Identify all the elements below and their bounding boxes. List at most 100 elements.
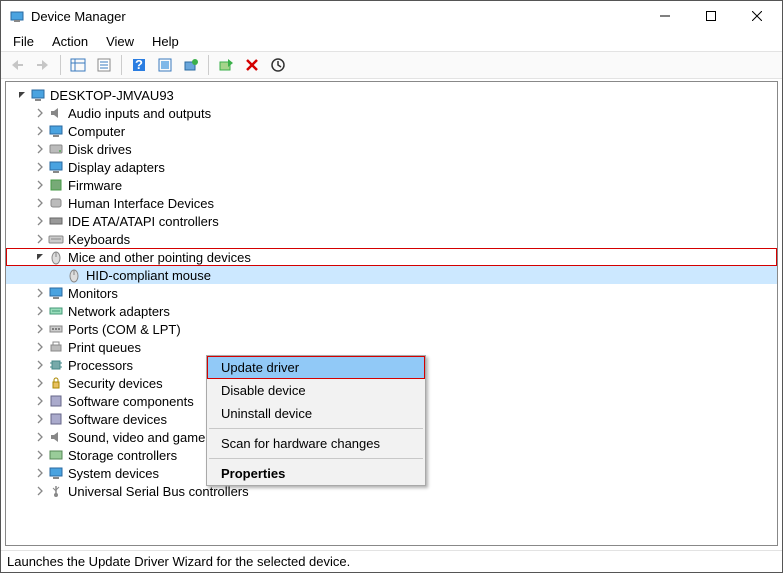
category-label: Disk drives: [68, 142, 132, 157]
context-scan-hardware[interactable]: Scan for hardware changes: [207, 432, 425, 455]
category-label: Security devices: [68, 376, 163, 391]
category-label: Firmware: [68, 178, 122, 193]
keyboard-icon: [48, 231, 64, 247]
tree-category[interactable]: Mice and other pointing devices: [6, 248, 777, 266]
menu-action[interactable]: Action: [44, 33, 96, 50]
help-button[interactable]: ?: [127, 53, 151, 77]
system-icon: [48, 465, 64, 481]
category-label: Processors: [68, 358, 133, 373]
device-tree-panel[interactable]: DESKTOP-JMVAU93Audio inputs and outputs C…: [5, 81, 778, 546]
chevron-icon[interactable]: [34, 306, 46, 316]
toolbar-separator: [60, 55, 61, 75]
disable-device-button[interactable]: [266, 53, 290, 77]
category-label: IDE ATA/ATAPI controllers: [68, 214, 219, 229]
tree-category[interactable]: Ports (COM & LPT): [6, 320, 777, 338]
menu-view[interactable]: View: [98, 33, 142, 50]
computer-icon: [48, 123, 64, 139]
category-label: Monitors: [68, 286, 118, 301]
properties-button[interactable]: [92, 53, 116, 77]
tree-category[interactable]: Computer: [6, 122, 777, 140]
chevron-icon[interactable]: [34, 342, 46, 352]
device-manager-window: Device Manager File Action View Help ? D…: [0, 0, 783, 573]
scan-hardware-button[interactable]: [153, 53, 177, 77]
chevron-icon[interactable]: [34, 234, 46, 244]
category-label: Print queues: [68, 340, 141, 355]
chevron-icon[interactable]: [34, 414, 46, 424]
context-uninstall-device[interactable]: Uninstall device: [207, 402, 425, 425]
display-icon: [48, 159, 64, 175]
tree-category[interactable]: Audio inputs and outputs: [6, 104, 777, 122]
show-hide-console-button[interactable]: [66, 53, 90, 77]
forward-button[interactable]: [31, 53, 55, 77]
chevron-icon[interactable]: [34, 378, 46, 388]
audio-icon: [48, 105, 64, 121]
category-label: Network adapters: [68, 304, 170, 319]
window-title: Device Manager: [31, 9, 642, 24]
chevron-icon[interactable]: [34, 126, 46, 136]
chevron-icon[interactable]: [34, 288, 46, 298]
device-label: HID-compliant mouse: [86, 268, 211, 283]
chevron-icon[interactable]: [34, 108, 46, 118]
chevron-icon[interactable]: [34, 396, 46, 406]
tree-category[interactable]: Firmware: [6, 176, 777, 194]
tree-category[interactable]: Disk drives: [6, 140, 777, 158]
category-label: Ports (COM & LPT): [68, 322, 181, 337]
status-text: Launches the Update Driver Wizard for th…: [7, 554, 350, 569]
update-driver-button[interactable]: [179, 53, 203, 77]
enable-device-button[interactable]: [214, 53, 238, 77]
toolbar-separator: [208, 55, 209, 75]
firmware-icon: [48, 177, 64, 193]
tree-category[interactable]: Keyboards: [6, 230, 777, 248]
chevron-icon[interactable]: [34, 144, 46, 154]
context-update-driver[interactable]: Update driver: [207, 356, 425, 379]
swcomp-icon: [48, 393, 64, 409]
chevron-icon[interactable]: [34, 162, 46, 172]
context-disable-device[interactable]: Disable device: [207, 379, 425, 402]
chevron-icon[interactable]: [34, 486, 46, 496]
chevron-icon[interactable]: [34, 468, 46, 478]
context-separator: [209, 428, 423, 429]
menu-file[interactable]: File: [5, 33, 42, 50]
hid-icon: [48, 195, 64, 211]
network-icon: [48, 303, 64, 319]
chevron-icon[interactable]: [34, 252, 46, 262]
mouse-icon: [48, 249, 64, 265]
chevron-icon[interactable]: [34, 324, 46, 334]
root-label: DESKTOP-JMVAU93: [50, 88, 174, 103]
context-separator: [209, 458, 423, 459]
category-label: Display adapters: [68, 160, 165, 175]
category-label: Software components: [68, 394, 194, 409]
chevron-icon[interactable]: [34, 360, 46, 370]
tree-root[interactable]: DESKTOP-JMVAU93: [6, 86, 777, 104]
tree-category[interactable]: Display adapters: [6, 158, 777, 176]
category-label: Software devices: [68, 412, 167, 427]
chevron-icon[interactable]: [34, 216, 46, 226]
category-label: Human Interface Devices: [68, 196, 214, 211]
tree-device[interactable]: HID-compliant mouse: [6, 266, 777, 284]
chevron-icon[interactable]: [34, 180, 46, 190]
maximize-button[interactable]: [688, 2, 734, 30]
tree-category[interactable]: Network adapters: [6, 302, 777, 320]
back-button[interactable]: [5, 53, 29, 77]
category-label: System devices: [68, 466, 159, 481]
swdev-icon: [48, 411, 64, 427]
port-icon: [48, 321, 64, 337]
context-properties[interactable]: Properties: [207, 462, 425, 485]
tree-category[interactable]: Print queues: [6, 338, 777, 356]
chevron-icon[interactable]: [34, 450, 46, 460]
minimize-button[interactable]: [642, 2, 688, 30]
tree-category[interactable]: IDE ATA/ATAPI controllers: [6, 212, 777, 230]
usb-icon: [48, 483, 64, 499]
disk-icon: [48, 141, 64, 157]
chevron-icon[interactable]: [34, 432, 46, 442]
category-label: Computer: [68, 124, 125, 139]
computer-icon: [30, 87, 46, 103]
printer-icon: [48, 339, 64, 355]
menu-help[interactable]: Help: [144, 33, 187, 50]
toolbar: ?: [1, 51, 782, 79]
chevron-icon[interactable]: [34, 198, 46, 208]
uninstall-device-button[interactable]: [240, 53, 264, 77]
tree-category[interactable]: Human Interface Devices: [6, 194, 777, 212]
close-button[interactable]: [734, 2, 780, 30]
tree-category[interactable]: Monitors: [6, 284, 777, 302]
